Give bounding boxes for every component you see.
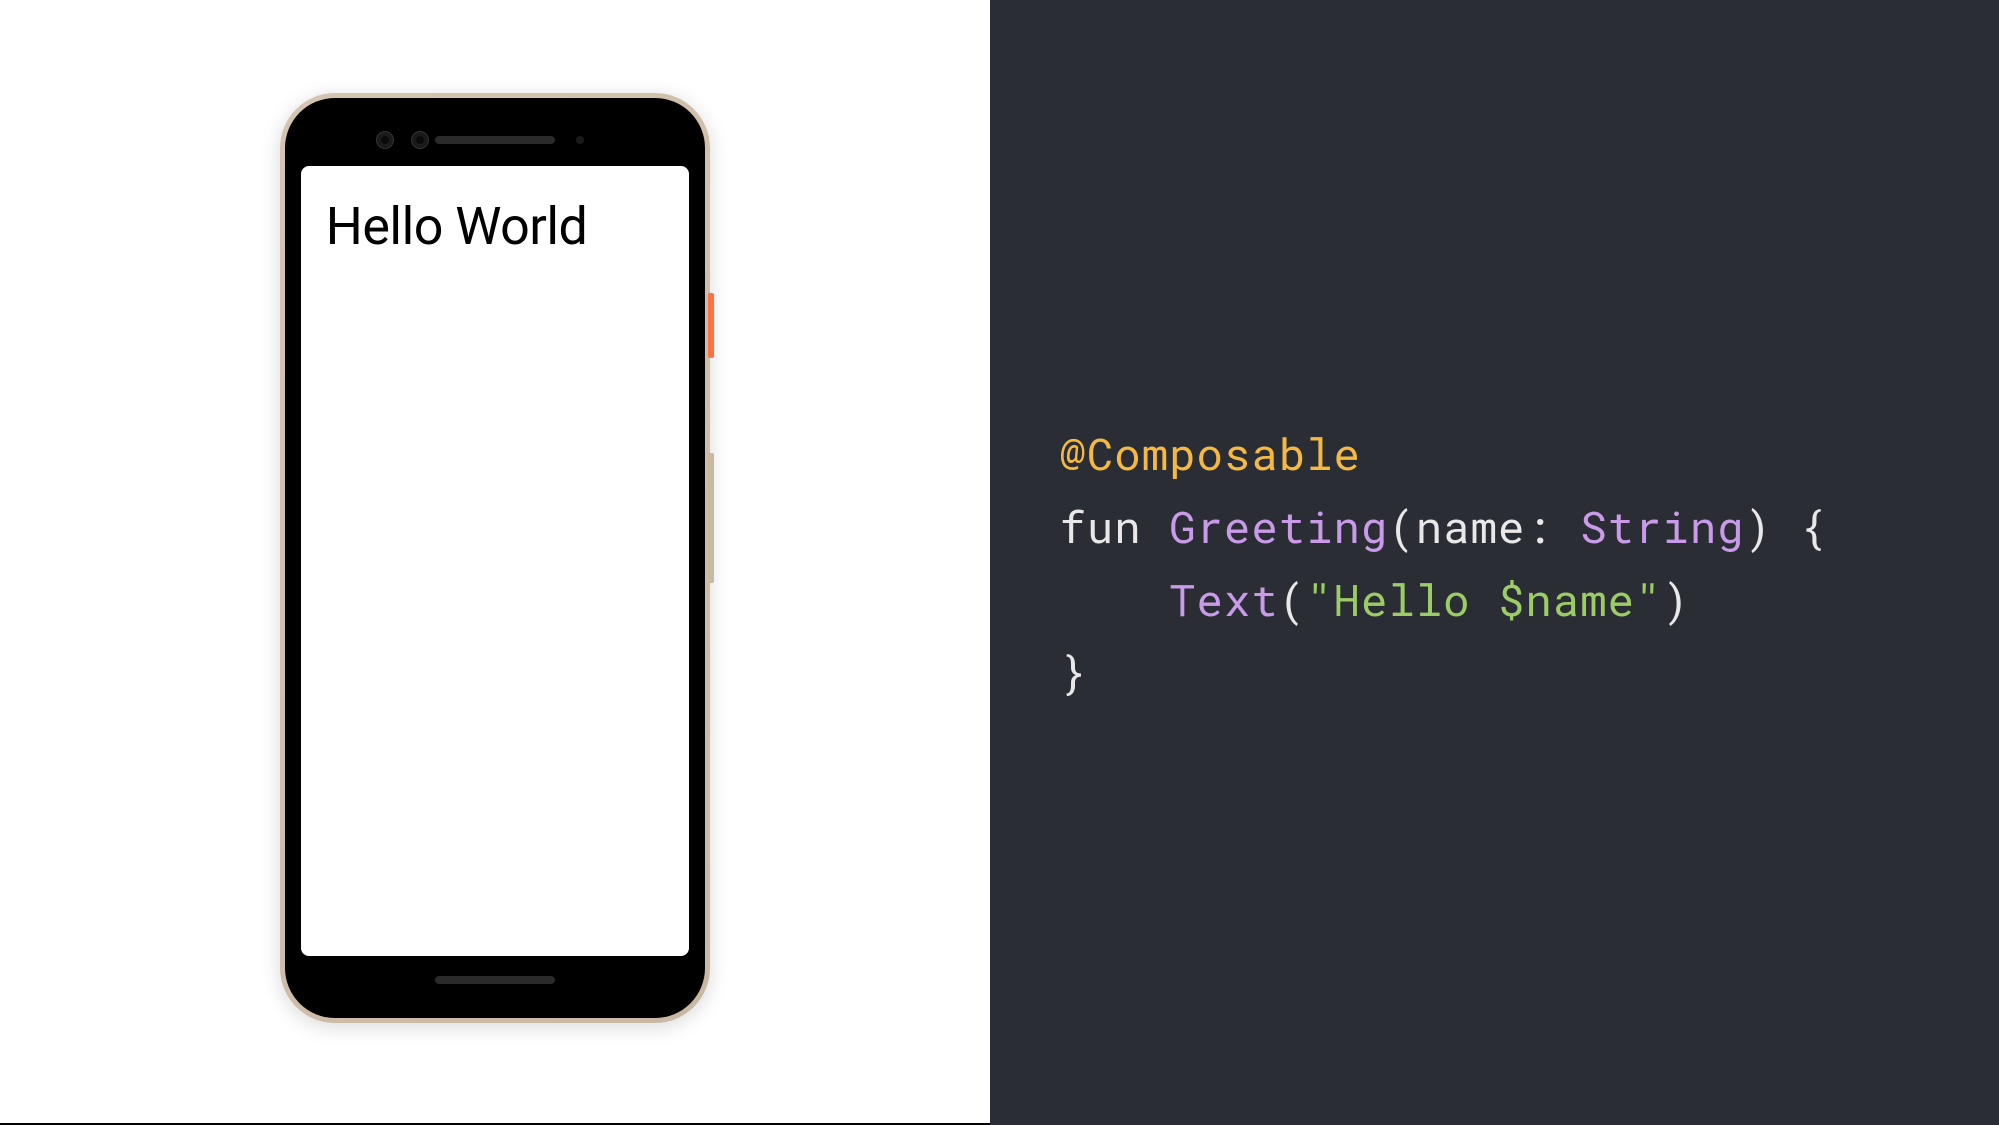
- annotation-token: @Composable: [1060, 424, 1361, 482]
- param-name: name: [1416, 497, 1526, 555]
- volume-button: [708, 453, 714, 583]
- string-literal: "Hello $name": [1306, 570, 1662, 628]
- call-open-paren: (: [1279, 570, 1306, 628]
- phone-outer-shell: Hello World: [280, 93, 710, 1023]
- close-brace: }: [1060, 642, 1087, 700]
- keyword-fun: fun: [1060, 497, 1142, 555]
- open-brace: {: [1799, 497, 1826, 555]
- open-paren: (: [1388, 497, 1415, 555]
- param-type: String: [1580, 497, 1744, 555]
- phone-body: Hello World: [285, 98, 705, 1018]
- code-panel: @Composable fun Greeting(name: String) {…: [990, 0, 1999, 1125]
- preview-panel: Hello World: [0, 0, 990, 1125]
- phone-bottom-bezel: [301, 956, 689, 1004]
- colon: :: [1525, 497, 1552, 555]
- proximity-sensor-icon: [576, 136, 584, 144]
- front-camera-icon: [376, 131, 394, 149]
- power-button: [708, 293, 714, 358]
- bottom-speaker-icon: [435, 976, 555, 984]
- function-name: Greeting: [1169, 497, 1388, 555]
- call-close-paren: ): [1662, 570, 1689, 628]
- phone-top-bezel: [301, 114, 689, 166]
- phone-mockup: Hello World: [280, 93, 710, 1023]
- call-name: Text: [1169, 570, 1279, 628]
- earpiece-speaker-icon: [435, 136, 555, 144]
- code-snippet: @Composable fun Greeting(name: String) {…: [1060, 417, 1827, 707]
- close-paren: ): [1745, 497, 1772, 555]
- front-camera-secondary-icon: [411, 131, 429, 149]
- phone-screen: Hello World: [301, 166, 689, 956]
- greeting-text: Hello World: [326, 196, 664, 257]
